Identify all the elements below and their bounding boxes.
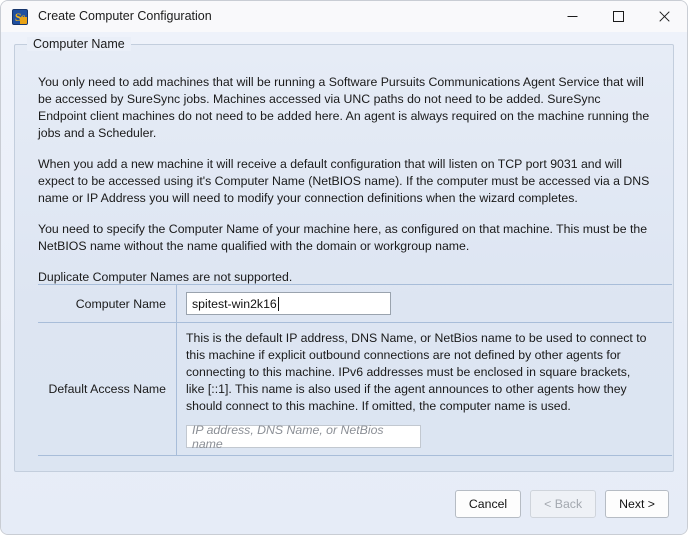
property-grid: Computer Name spitest-win2k16 Default Ac… [38,284,672,456]
computer-name-input[interactable]: spitest-win2k16 [186,292,391,315]
dialog-footer: Cancel < Back Next > [454,490,669,518]
minimize-button[interactable] [549,1,595,32]
computer-name-label: Computer Name [38,285,177,322]
caption-buttons [549,1,687,32]
intro-paragraph: You only need to add machines that will … [38,75,650,140]
default-access-name-placeholder: IP address, DNS Name, or NetBios name [192,422,384,451]
window-title: Create Computer Configuration [38,9,212,23]
minimize-icon [567,16,577,17]
default-access-name-help: This is the default IP address, DNS Name… [186,331,647,413]
close-icon [658,11,670,22]
maximize-icon [612,11,624,22]
next-button[interactable]: Next > [605,490,669,518]
intro-paragraph: You need to specify the Computer Name of… [38,222,648,253]
dialog-client-area: Computer Name You only need to add machi… [1,32,687,534]
software-pursuits-icon: Ss [12,8,28,25]
intro-paragraphs: You only need to add machines that will … [38,74,651,286]
cancel-button[interactable]: Cancel [454,490,522,518]
computer-name-groupbox: Computer Name You only need to add machi… [14,37,674,472]
maximize-button[interactable] [595,1,641,32]
intro-paragraph: When you add a new machine it will recei… [38,157,650,205]
computer-name-input-value: spitest-win2k16 [192,296,277,311]
default-access-name-value-cell: This is the default IP address, DNS Name… [177,323,672,455]
create-computer-configuration-window: Ss Create Computer Configuration [0,0,688,535]
computer-name-row: Computer Name spitest-win2k16 [38,285,672,323]
default-access-name-label: Default Access Name [38,323,177,455]
default-access-name-input[interactable]: IP address, DNS Name, or NetBios name [186,422,421,451]
default-access-name-row: Default Access Name This is the default … [38,323,672,456]
close-button[interactable] [641,1,687,32]
groupbox-title: Computer Name [27,37,131,51]
computer-name-value-cell: spitest-win2k16 [177,285,672,322]
app-icon-corner [20,16,27,24]
title-bar: Ss Create Computer Configuration [1,1,687,32]
text-caret [277,296,279,311]
back-button: < Back [530,490,597,518]
